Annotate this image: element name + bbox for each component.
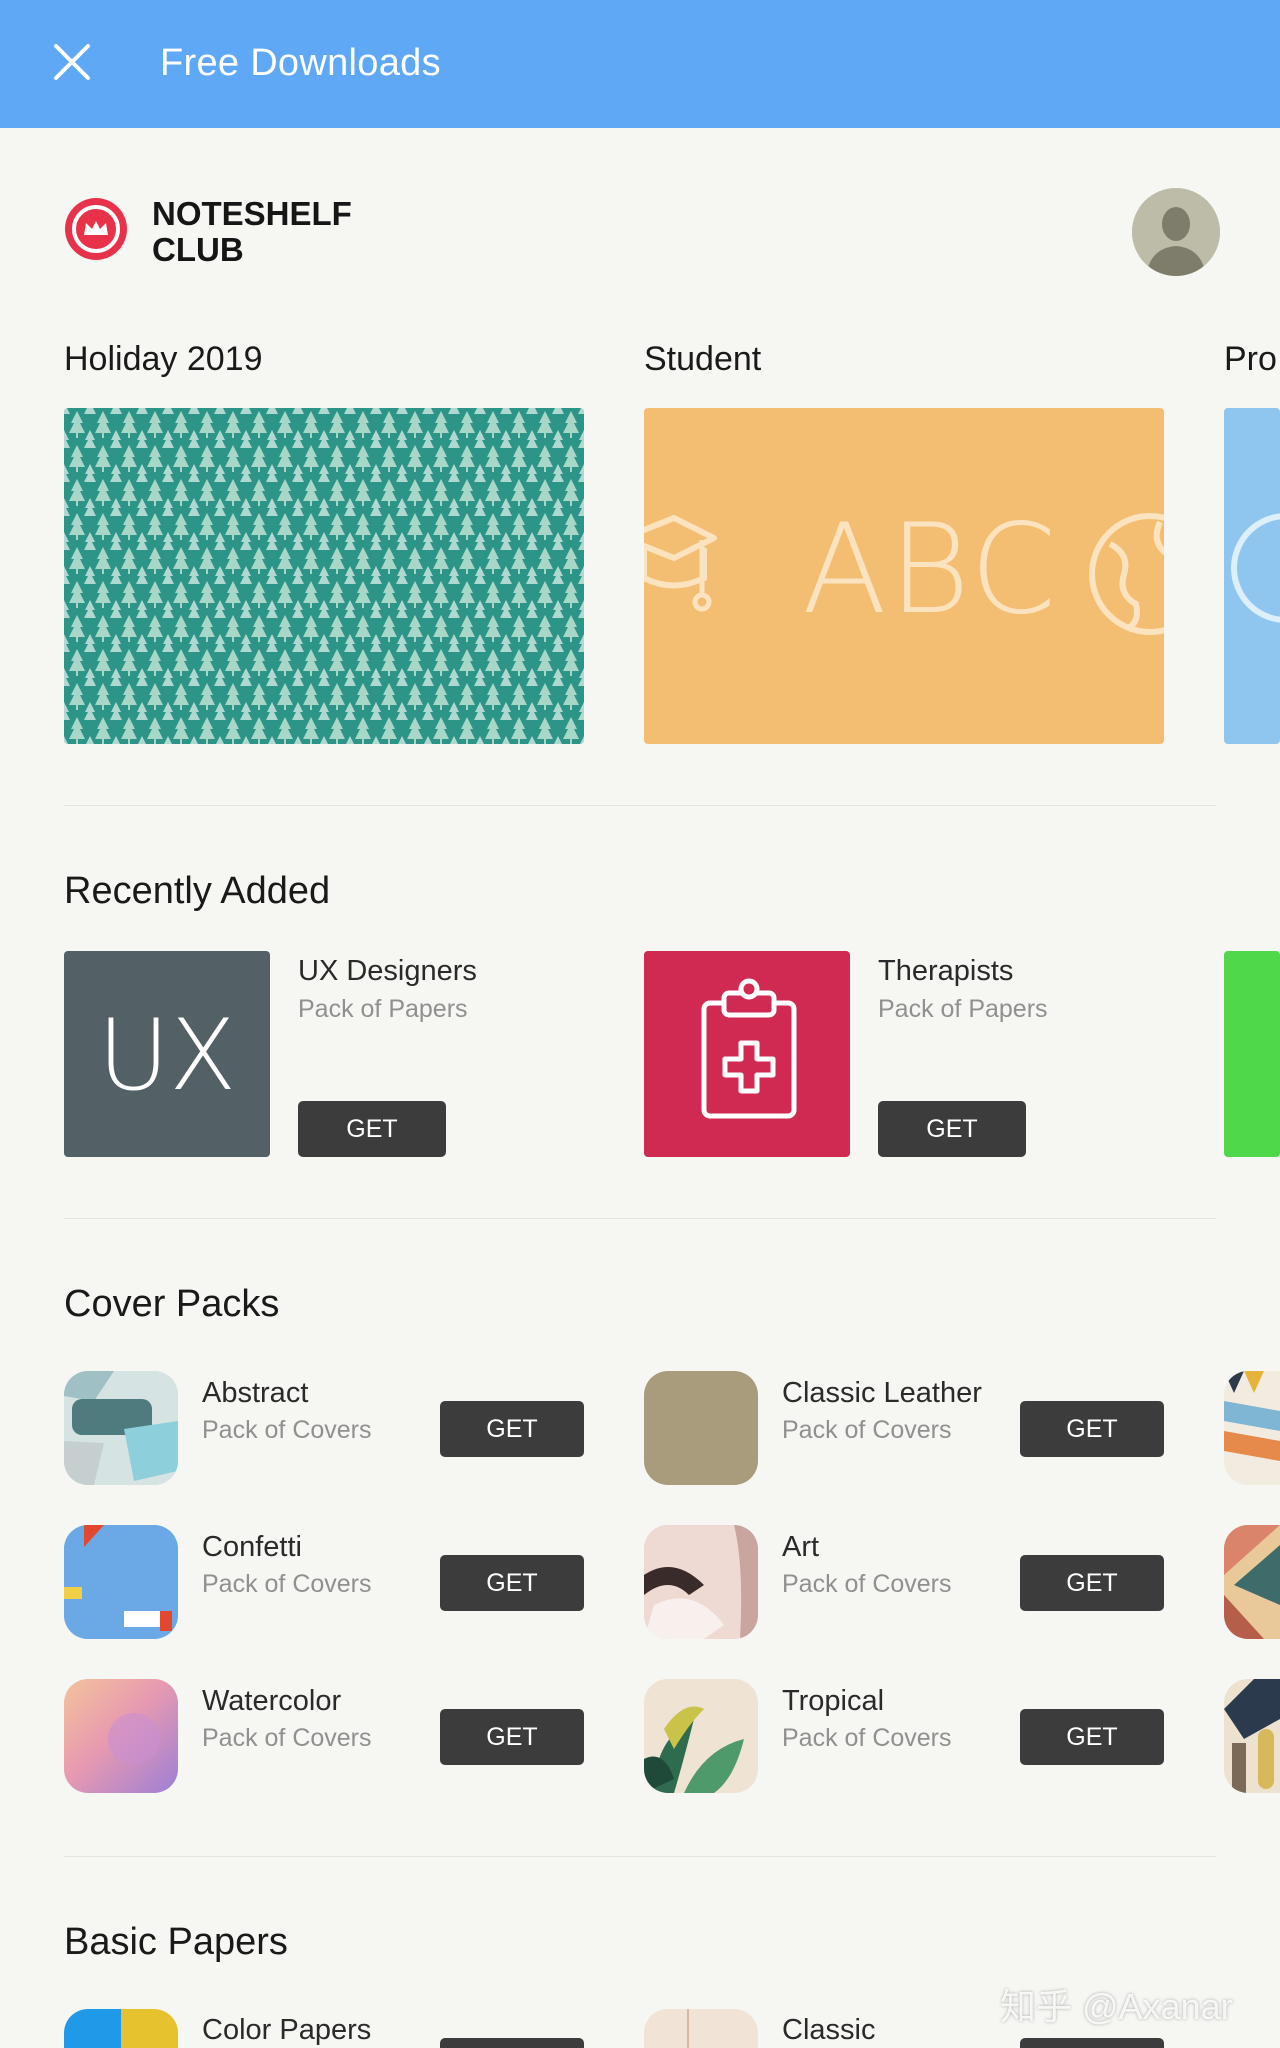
confetti-thumbnail[interactable] bbox=[64, 1525, 178, 1639]
category-card-student[interactable]: ABC bbox=[644, 408, 1164, 744]
next-cover-thumbnail[interactable] bbox=[1224, 1679, 1280, 1793]
get-button[interactable] bbox=[1020, 2038, 1164, 2048]
therapists-thumbnail[interactable] bbox=[644, 951, 850, 1157]
category-label-pro: Pro bbox=[1224, 340, 1277, 378]
crown-badge-icon bbox=[65, 198, 127, 260]
get-button[interactable]: GET bbox=[440, 1401, 584, 1457]
geometric-cover-art bbox=[1224, 1525, 1280, 1639]
divider bbox=[64, 805, 1216, 806]
tropical-thumbnail[interactable] bbox=[644, 1679, 758, 1793]
cover-name: Watercolor bbox=[202, 1685, 342, 1717]
club-title: NOTESHELF CLUB bbox=[152, 195, 352, 268]
close-icon bbox=[54, 44, 90, 80]
get-button[interactable]: GET bbox=[1020, 1555, 1164, 1611]
next-cover-thumbnail[interactable] bbox=[1224, 1371, 1280, 1485]
paper-name: Color Papers bbox=[202, 2014, 372, 2046]
cover-subtitle: Pack of Covers bbox=[782, 1724, 952, 1752]
clipboard-plus-icon bbox=[701, 978, 797, 1119]
graduation-cap-icon bbox=[644, 515, 717, 612]
avatar[interactable] bbox=[1132, 188, 1220, 276]
divider bbox=[64, 1218, 1216, 1219]
color-papers-thumbnail[interactable] bbox=[64, 2009, 178, 2048]
student-card-text: ABC bbox=[802, 498, 1059, 642]
classic-thumbnail[interactable] bbox=[644, 2009, 758, 2048]
art-cover-art bbox=[644, 1525, 758, 1639]
section-title-cover-packs: Cover Packs bbox=[64, 1283, 280, 1325]
watercolor-cover-art bbox=[64, 1679, 178, 1793]
category-card-holiday[interactable] bbox=[64, 408, 584, 744]
globe-icon bbox=[1089, 513, 1164, 635]
shapes-cover-art bbox=[1224, 1679, 1280, 1793]
tropical-leaves-cover-art bbox=[644, 1679, 758, 1793]
ux-designers-thumbnail[interactable]: UX bbox=[64, 951, 270, 1157]
ux-thumb-text: UX bbox=[97, 999, 237, 1113]
get-button[interactable]: GET bbox=[1020, 1401, 1164, 1457]
cover-subtitle: Pack of Covers bbox=[202, 1570, 372, 1598]
category-label-holiday: Holiday 2019 bbox=[64, 340, 263, 378]
category-label-student: Student bbox=[644, 340, 762, 378]
user-silhouette-icon bbox=[1132, 188, 1220, 276]
section-title-recently-added: Recently Added bbox=[64, 870, 331, 912]
get-button[interactable] bbox=[440, 2038, 584, 2048]
lightbulb-icon bbox=[1231, 513, 1280, 623]
get-button[interactable]: GET bbox=[1020, 1709, 1164, 1765]
cover-name: Abstract bbox=[202, 1377, 309, 1409]
watercolor-thumbnail[interactable] bbox=[64, 1679, 178, 1793]
cover-subtitle: Pack of Covers bbox=[202, 1416, 372, 1444]
get-button[interactable]: GET bbox=[298, 1101, 446, 1157]
confetti-cover-art bbox=[64, 1525, 178, 1639]
abstract-thumbnail[interactable] bbox=[64, 1371, 178, 1485]
cover-subtitle: Pack of Covers bbox=[782, 1416, 952, 1444]
divider bbox=[64, 1856, 1216, 1857]
item-name: Therapists bbox=[878, 955, 1014, 987]
cover-name: Tropical bbox=[782, 1685, 885, 1717]
item-subtitle: Pack of Papers bbox=[878, 995, 1048, 1023]
page-title: Free Downloads bbox=[160, 42, 441, 84]
item-name: UX Designers bbox=[298, 955, 477, 987]
cover-name: Art bbox=[782, 1531, 820, 1563]
category-card-pro[interactable] bbox=[1224, 408, 1280, 744]
top-app-bar: Free Downloads bbox=[0, 0, 1280, 128]
get-button[interactable]: GET bbox=[440, 1555, 584, 1611]
watermark: 知乎 @Axanar bbox=[1000, 1986, 1233, 2027]
next-item-thumbnail[interactable] bbox=[1224, 951, 1280, 1157]
classic-paper-art bbox=[644, 2009, 758, 2048]
cover-name: Confetti bbox=[202, 1531, 302, 1563]
art-thumbnail[interactable] bbox=[644, 1525, 758, 1639]
get-button[interactable]: GET bbox=[878, 1101, 1026, 1157]
item-subtitle: Pack of Papers bbox=[298, 995, 468, 1023]
cover-subtitle: Pack of Covers bbox=[202, 1724, 372, 1752]
triangles-cover-art bbox=[1224, 1371, 1280, 1485]
cover-name: Classic Leather bbox=[782, 1377, 982, 1409]
paper-name: Classic bbox=[782, 2014, 876, 2046]
abstract-cover-art bbox=[64, 1371, 178, 1485]
classic-leather-thumbnail[interactable] bbox=[644, 1371, 758, 1485]
close-button[interactable] bbox=[50, 40, 94, 84]
next-cover-thumbnail[interactable] bbox=[1224, 1525, 1280, 1639]
get-button[interactable]: GET bbox=[440, 1709, 584, 1765]
pine-tree-pattern bbox=[64, 408, 584, 744]
section-title-basic-papers: Basic Papers bbox=[64, 1921, 288, 1963]
color-papers-art bbox=[64, 2009, 178, 2048]
cover-subtitle: Pack of Covers bbox=[782, 1570, 952, 1598]
